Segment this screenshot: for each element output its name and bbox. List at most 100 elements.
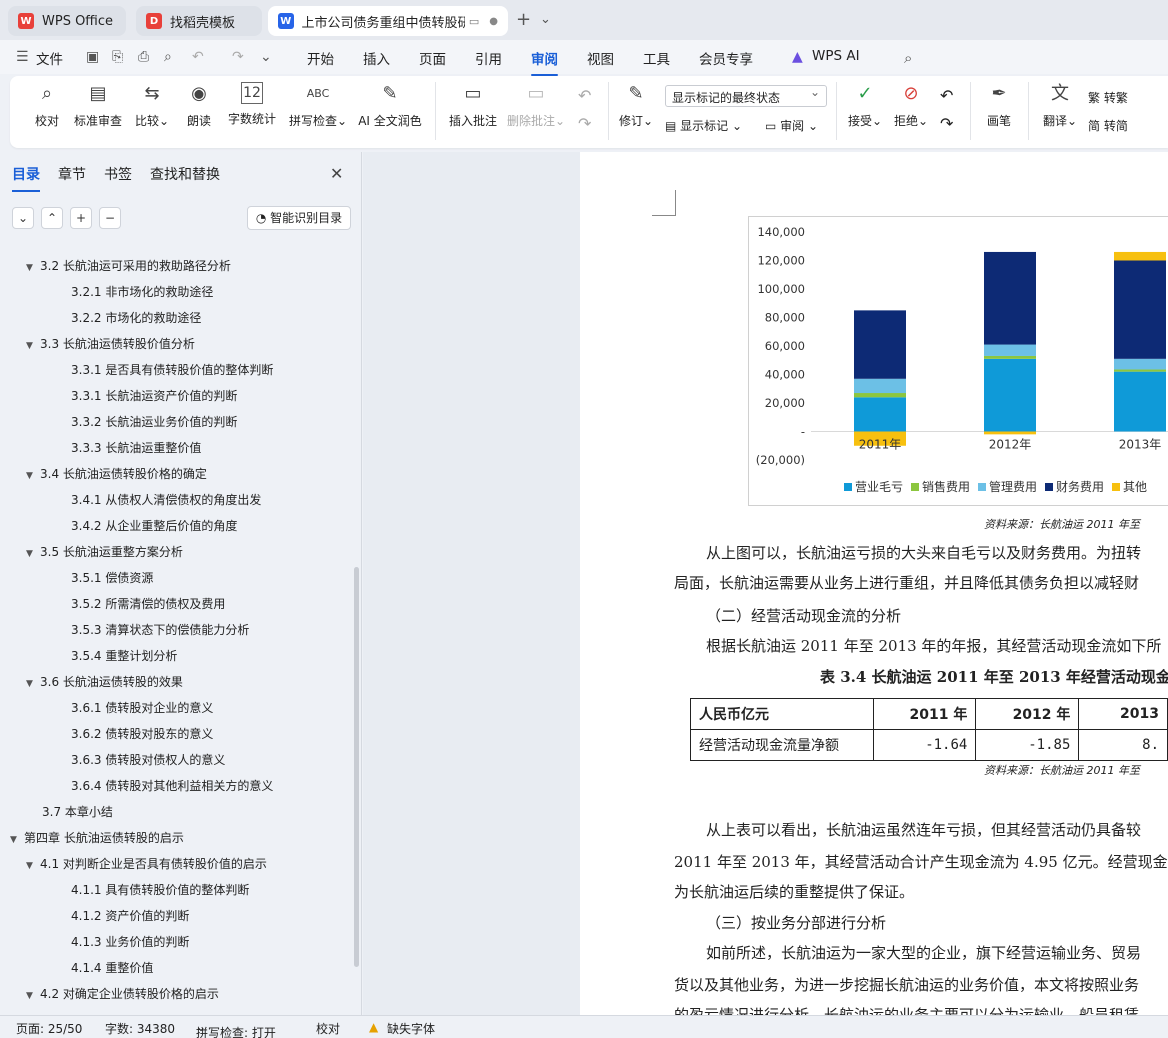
standard-review-button[interactable]: ▤ 标准审查	[72, 82, 124, 129]
expand-toggle-icon[interactable]: ▼	[26, 333, 40, 359]
toc-item[interactable]: 3.4.2 从企业重整后价值的角度	[71, 513, 237, 539]
tab-document[interactable]: W 上市公司债务重组中债转股研究 ▭ ●	[268, 6, 508, 36]
ai-polish-button[interactable]: ✎ AI 全文润色	[356, 82, 424, 129]
toc-item[interactable]: 3.3.1 长航油运资产价值的判断	[71, 383, 237, 409]
toc-item[interactable]: 3.5.2 所需清偿的债权及费用	[71, 591, 225, 617]
spell-check-indicator[interactable]: 拼写检查: 打开 ⌄	[196, 1020, 276, 1038]
read-aloud-button[interactable]: ◉ 朗读	[184, 82, 214, 129]
to-traditional-button[interactable]: 繁 转繁	[1088, 89, 1128, 106]
new-tab-icon[interactable]: +	[516, 9, 531, 30]
toc-item[interactable]: 3.6.4 债转股对其他利益相关方的意义	[71, 773, 273, 799]
toc-item[interactable]: 3.3.2 长航油运业务价值的判断	[71, 409, 237, 435]
toc-item[interactable]: 3.6.2 债转股对股东的意义	[71, 721, 213, 747]
menu-file[interactable]: 文件	[36, 48, 63, 68]
toc-scrollbar[interactable]	[354, 567, 359, 967]
pen-button[interactable]: ✒ 画笔	[984, 82, 1014, 129]
toc-item[interactable]: ▼ 3.6 长航油运债转股的效果	[26, 669, 183, 695]
proofread-indicator[interactable]: 校对	[316, 1020, 340, 1037]
toc-item[interactable]: 3.6.1 债转股对企业的意义	[71, 695, 213, 721]
tab-wps-office[interactable]: W WPS Office	[8, 6, 126, 36]
menu-view[interactable]: 视图	[587, 48, 614, 68]
tab-bookmarks[interactable]: 书签	[104, 164, 132, 184]
reject-button[interactable]: ⊘ 拒绝⌄	[892, 82, 930, 129]
hamburger-icon[interactable]: ☰	[16, 49, 29, 65]
toc-item[interactable]: 3.4.1 从债权人清偿债权的角度出发	[71, 487, 261, 513]
expand-toggle-icon[interactable]: ▼	[10, 827, 24, 853]
review-pane-button[interactable]: ▭ 审阅 ⌄	[765, 117, 818, 134]
menu-home[interactable]: 开始	[307, 48, 334, 68]
toc-item[interactable]: 3.5.1 偿债资源	[71, 565, 153, 591]
insert-comment-button[interactable]: ▭ 插入批注	[448, 82, 498, 129]
show-markup-button[interactable]: ▤ 显示标记 ⌄	[665, 117, 742, 134]
expand-toggle-icon[interactable]: ▼	[26, 541, 40, 567]
collapse-up-button[interactable]: ⌃	[41, 207, 63, 229]
spell-check-button[interactable]: ABC 拼写检查⌄	[288, 82, 348, 129]
proofread-button[interactable]: ⌕ 校对	[30, 82, 64, 129]
menu-member[interactable]: 会员专享	[699, 48, 753, 68]
toc-item[interactable]: ▼ 4.1 对判断企业是否具有债转股价值的启示	[26, 851, 267, 877]
menu-tools[interactable]: 工具	[643, 48, 670, 68]
toc-item[interactable]: 3.2.2 市场化的救助途径	[71, 305, 201, 331]
compare-button[interactable]: ⇆ 比较⌄	[134, 82, 170, 129]
word-count-button[interactable]: 12 字数统计	[226, 82, 278, 127]
toc-item[interactable]: 3.2.1 非市场化的救助途径	[71, 279, 213, 305]
menu-reference[interactable]: 引用	[475, 48, 502, 68]
menu-review[interactable]: 审阅	[531, 48, 558, 76]
prev-comment-icon[interactable]: ↶	[578, 86, 591, 105]
add-heading-button[interactable]: +	[70, 207, 92, 229]
toc-item[interactable]: ▼ 4.2 对确定企业债转股价格的启示	[26, 981, 219, 1007]
missing-font-indicator[interactable]: 缺失字体	[387, 1020, 435, 1037]
share-icon[interactable]: ⎘	[112, 49, 123, 65]
toc-item[interactable]: 3.7 本章小结	[42, 799, 113, 825]
toc-item[interactable]: 3.3.1 是否具有债转股价值的整体判断	[71, 357, 273, 383]
toc-item[interactable]: ▼ 3.2 长航油运可采用的救助路径分析	[26, 253, 231, 279]
toc-item[interactable]: 3.5.3 清算状态下的偿债能力分析	[71, 617, 249, 643]
smart-toc-button[interactable]: ◔ 智能识别目录	[247, 206, 351, 230]
prev-change-icon[interactable]: ↶	[940, 86, 953, 105]
collapse-down-button[interactable]: ⌄	[12, 207, 34, 229]
toc-item[interactable]: ▼ 第四章 长航油运债转股的启示	[10, 825, 184, 851]
close-icon[interactable]: ✕	[330, 164, 343, 183]
toc-item[interactable]: ▼ 3.4 长航油运债转股价格的确定	[26, 461, 207, 487]
expand-toggle-icon[interactable]: ▼	[26, 463, 40, 489]
next-comment-icon[interactable]: ↷	[578, 114, 591, 133]
menu-wps-ai[interactable]: WPS AI	[812, 48, 860, 64]
next-change-icon[interactable]: ↷	[940, 114, 953, 133]
to-simplified-button[interactable]: 简 转简	[1088, 117, 1128, 134]
markup-state-select[interactable]: 显示标记的最终状态	[665, 85, 827, 107]
toc-item[interactable]: 3.3.3 长航油运重整价值	[71, 435, 201, 461]
more-chevron-icon[interactable]: ⌄	[260, 49, 272, 65]
toc-item[interactable]: 4.1.4 重整价值	[71, 955, 153, 981]
tab-find-replace[interactable]: 查找和替换	[150, 164, 220, 184]
save-icon[interactable]: ▣	[86, 49, 99, 65]
toc-item[interactable]: 4.1.3 业务价值的判断	[71, 929, 189, 955]
accept-button[interactable]: ✓ 接受⌄	[846, 82, 884, 129]
toc-item[interactable]: 4.1.1 具有债转股价值的整体判断	[71, 877, 249, 903]
translate-button[interactable]: 文 翻译⌄	[1040, 82, 1080, 129]
undo-icon[interactable]: ↶	[192, 49, 204, 65]
page-indicator[interactable]: 页面: 25/50	[16, 1020, 82, 1037]
expand-toggle-icon[interactable]: ▼	[26, 671, 40, 697]
redo-icon[interactable]: ↷	[232, 49, 244, 65]
toc-item[interactable]: ▼ 3.5 长航油运重整方案分析	[26, 539, 183, 565]
remove-heading-button[interactable]: −	[99, 207, 121, 229]
toc-item[interactable]: ▼ 3.3 长航油运债转股价值分析	[26, 331, 195, 357]
tab-sections[interactable]: 章节	[58, 164, 86, 184]
tab-template[interactable]: D 找稻壳模板	[136, 6, 262, 36]
word-count-indicator[interactable]: 字数: 34380	[105, 1020, 175, 1037]
chevron-down-icon[interactable]: ⌄	[540, 12, 551, 27]
revise-button[interactable]: ✎ 修订⌄	[616, 82, 656, 129]
expand-toggle-icon[interactable]: ▼	[26, 983, 40, 1009]
tab-toc[interactable]: 目录	[12, 164, 40, 192]
toc-item[interactable]: 3.6.3 债转股对债权人的意义	[71, 747, 225, 773]
menu-page[interactable]: 页面	[419, 48, 446, 68]
search-icon[interactable]: ⌕	[904, 49, 912, 67]
unsaved-dot-icon[interactable]: ●	[489, 16, 498, 27]
menu-insert[interactable]: 插入	[363, 48, 390, 68]
delete-comment-button[interactable]: ▭ 删除批注⌄	[506, 82, 566, 129]
expand-toggle-icon[interactable]: ▼	[26, 853, 40, 879]
print-preview-icon[interactable]: ⌕	[164, 49, 172, 65]
document-page[interactable]: 140,000 120,000 100,000 80,000 60,000 40,000 2…	[580, 152, 1168, 1015]
toc-item[interactable]: 3.5.4 重整计划分析	[71, 643, 177, 669]
expand-toggle-icon[interactable]: ▼	[26, 255, 40, 281]
